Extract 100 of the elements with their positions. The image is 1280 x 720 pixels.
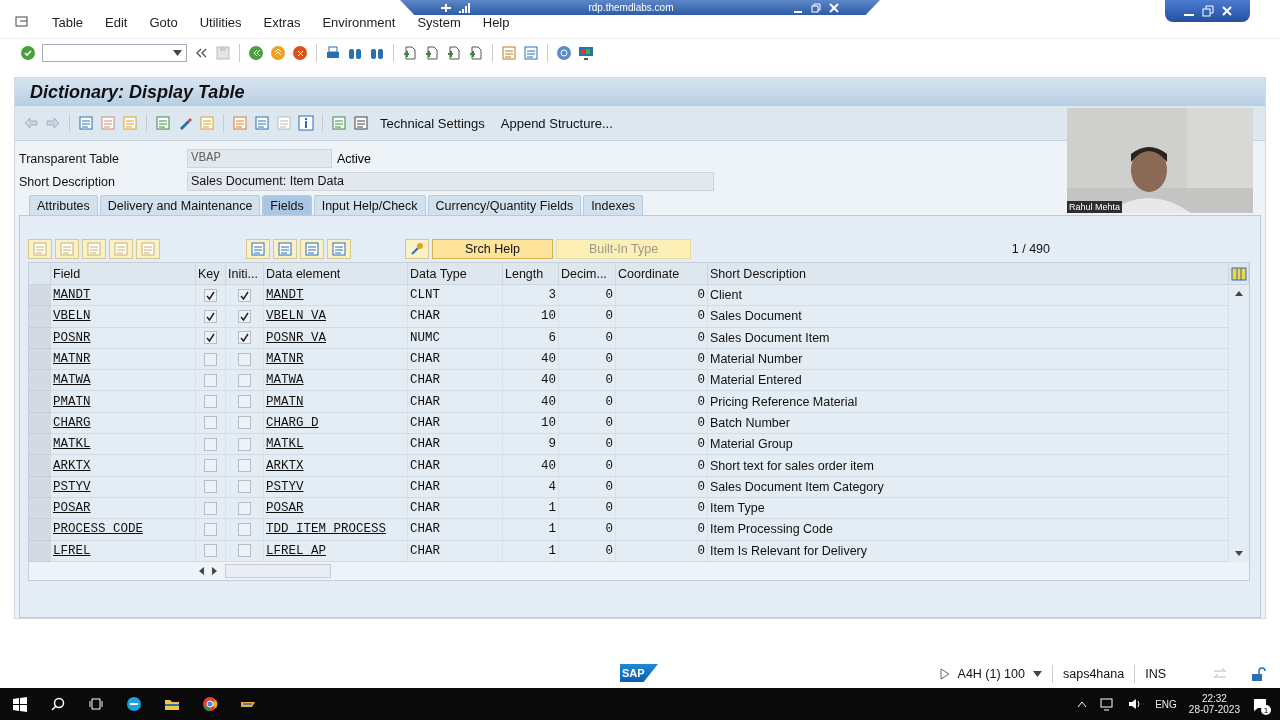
checkbox[interactable] bbox=[204, 373, 217, 387]
chrome-icon[interactable] bbox=[202, 696, 218, 712]
tab[interactable]: Currency/Quantity Fields bbox=[427, 195, 582, 215]
scroll-down-icon[interactable] bbox=[1234, 549, 1244, 558]
checkbox[interactable] bbox=[204, 544, 217, 558]
table-cell: 0 bbox=[559, 455, 616, 477]
table-cell: CHAR bbox=[408, 412, 503, 435]
checkbox[interactable] bbox=[204, 501, 217, 515]
checkbox[interactable] bbox=[238, 501, 251, 515]
checkbox[interactable] bbox=[238, 544, 251, 558]
checkbox[interactable] bbox=[204, 352, 217, 366]
windows-icon[interactable] bbox=[12, 696, 28, 712]
checkbox[interactable] bbox=[204, 437, 217, 451]
system-info[interactable]: A4H (1) 100 bbox=[957, 667, 1025, 681]
menu-item[interactable]: Edit bbox=[105, 14, 128, 30]
menu-item[interactable]: Table bbox=[52, 14, 84, 30]
scroll-left-icon[interactable] bbox=[197, 565, 205, 576]
arrow-left-icon[interactable] bbox=[23, 115, 39, 131]
back-icon[interactable] bbox=[248, 45, 264, 61]
checkbox[interactable] bbox=[238, 395, 251, 409]
checkbox[interactable] bbox=[238, 352, 251, 366]
column-header[interactable]: Length bbox=[503, 263, 559, 285]
tab[interactable]: Indexes bbox=[583, 195, 643, 215]
menu-item[interactable]: Extras bbox=[263, 14, 301, 30]
dropdown-icon[interactable] bbox=[1033, 671, 1042, 677]
checkbox[interactable] bbox=[204, 395, 217, 409]
table-name-field[interactable]: VBAP bbox=[187, 149, 332, 168]
table-cell: 4 bbox=[503, 476, 559, 498]
checkbox[interactable] bbox=[238, 459, 251, 472]
checkbox[interactable] bbox=[204, 309, 217, 323]
help-icon[interactable] bbox=[556, 45, 572, 61]
column-header[interactable]: Key bbox=[196, 263, 226, 285]
dropdown-icon[interactable] bbox=[173, 50, 182, 56]
menu-icon[interactable] bbox=[14, 14, 30, 30]
menu-item[interactable]: Goto bbox=[149, 14, 178, 30]
scrollbar-thumb[interactable] bbox=[225, 563, 331, 578]
checkbox[interactable] bbox=[204, 480, 217, 494]
toolbar-button[interactable]: Append Structure... bbox=[495, 113, 618, 133]
column-header[interactable]: Coordinate bbox=[616, 263, 708, 285]
table-cell: 0 bbox=[559, 285, 616, 307]
checkbox[interactable] bbox=[238, 522, 251, 536]
column-header[interactable]: Data element bbox=[264, 263, 408, 285]
column-header[interactable]: Initi... bbox=[226, 263, 264, 285]
tab[interactable]: Delivery and Maintenance bbox=[99, 195, 261, 215]
description-field[interactable]: Sales Document: Item Data bbox=[187, 172, 714, 191]
browser-icon[interactable] bbox=[126, 696, 142, 712]
tab[interactable]: Fields bbox=[262, 195, 312, 215]
checkbox[interactable] bbox=[238, 416, 251, 430]
cancel-icon[interactable] bbox=[292, 45, 308, 61]
scroll-up-icon[interactable] bbox=[1234, 289, 1244, 297]
toolbar-button[interactable]: Technical Settings bbox=[375, 113, 490, 133]
table-cell: 0 bbox=[559, 327, 616, 349]
menu-item[interactable]: System bbox=[417, 14, 461, 30]
checkbox[interactable] bbox=[238, 480, 251, 494]
exit-icon[interactable] bbox=[270, 45, 286, 61]
checkbox[interactable] bbox=[238, 437, 251, 451]
menu-item[interactable]: Utilities bbox=[199, 14, 242, 30]
table-cell: POSAR bbox=[264, 497, 408, 520]
table-cell: 1 bbox=[503, 519, 559, 541]
screen-title: Dictionary: Display Table bbox=[15, 78, 1265, 106]
restore-icon[interactable] bbox=[810, 1, 822, 14]
checkbox[interactable] bbox=[238, 288, 251, 302]
language-indicator[interactable]: ENG bbox=[1155, 698, 1177, 710]
table-cell: 40 bbox=[503, 370, 559, 392]
search-icon[interactable] bbox=[50, 696, 66, 712]
clock-date[interactable]: 28-07-2023 bbox=[1188, 704, 1240, 715]
grid-button[interactable]: Srch Help bbox=[432, 239, 553, 259]
checkbox[interactable] bbox=[204, 288, 217, 302]
monitor-icon[interactable] bbox=[578, 45, 594, 61]
arrow-right-icon[interactable] bbox=[45, 115, 61, 131]
menu-item[interactable]: Environment bbox=[322, 14, 396, 30]
close-icon[interactable] bbox=[828, 1, 840, 14]
save-icon[interactable] bbox=[215, 45, 231, 61]
scroll-right-icon[interactable] bbox=[211, 565, 219, 576]
column-header[interactable]: Decim... bbox=[559, 263, 616, 285]
tab[interactable]: Attributes bbox=[29, 195, 98, 215]
checkbox[interactable] bbox=[238, 373, 251, 387]
command-field[interactable] bbox=[42, 44, 187, 62]
tab[interactable]: Input Help/Check bbox=[313, 195, 426, 215]
task-view-icon[interactable] bbox=[88, 696, 104, 712]
info-icon[interactable] bbox=[298, 115, 314, 131]
checkbox[interactable] bbox=[204, 522, 217, 536]
checkbox[interactable] bbox=[204, 459, 217, 472]
clock-time[interactable]: 22:32 bbox=[1201, 693, 1227, 704]
checkbox[interactable] bbox=[204, 416, 217, 430]
enter-icon[interactable] bbox=[20, 45, 36, 61]
printer-icon[interactable] bbox=[325, 45, 341, 61]
checkbox[interactable] bbox=[238, 309, 251, 323]
column-header[interactable]: Short Description bbox=[708, 263, 1229, 285]
restore-icon[interactable] bbox=[1199, 3, 1216, 19]
menu-item[interactable]: Help bbox=[482, 14, 510, 30]
signal-icon[interactable] bbox=[458, 1, 470, 14]
column-header[interactable]: Field bbox=[51, 263, 196, 285]
caret-icon[interactable] bbox=[1077, 700, 1088, 708]
checkbox[interactable] bbox=[238, 331, 251, 345]
padlock-icon[interactable] bbox=[1250, 666, 1266, 682]
column-header[interactable]: Data Type bbox=[408, 263, 503, 285]
header-corner[interactable] bbox=[29, 263, 51, 285]
play-icon[interactable] bbox=[939, 668, 950, 680]
checkbox[interactable] bbox=[204, 331, 217, 345]
